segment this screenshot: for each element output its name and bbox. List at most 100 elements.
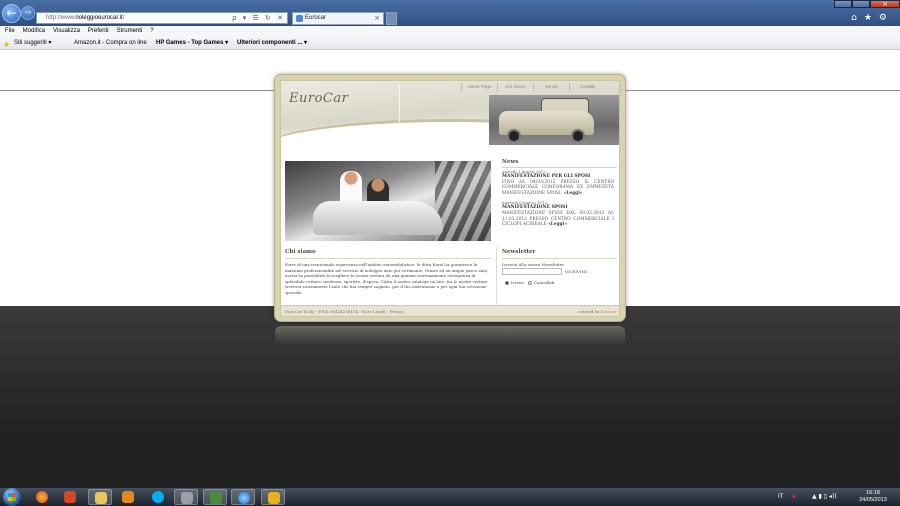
folder-icon	[95, 492, 107, 504]
photo-convertible	[313, 201, 443, 235]
menu-modifica[interactable]: Modifica	[23, 28, 45, 34]
newsletter-radio-iscrivi[interactable]: Iscrivi	[505, 280, 524, 285]
taskbar-firefox[interactable]	[30, 489, 54, 505]
start-button[interactable]	[3, 488, 21, 506]
arrow-right-icon: →	[24, 8, 32, 18]
taskbar-fireworks[interactable]	[261, 489, 285, 505]
header-divider	[399, 85, 400, 149]
fav-siti-suggeriti[interactable]: Siti suggeriti ▾	[14, 37, 51, 50]
news-item: giovedì 1 marzo 2012 MANIFESTAZIONE PER …	[502, 169, 614, 195]
news-body: MANIFESTAZIONE SPOSI DAL 09.03.2012 AL 1…	[502, 210, 614, 227]
window-controls: ×	[834, 0, 900, 8]
site-inner: EuroCar Home Page Chi Siamo Servizi Cont…	[280, 80, 620, 317]
footer-credit: created by Eurocar	[577, 309, 617, 314]
news-body: FINO AL 04/03/2012 PRESSO IL CENTRO COMM…	[502, 179, 614, 195]
arrow-left-icon: ←	[6, 6, 17, 20]
address-bar[interactable]: http://www.noleggioeurocar.it/ ρ ▾ ☰ ↻ ✕	[36, 12, 288, 24]
photo-road	[435, 161, 491, 241]
radio-selected-icon	[505, 281, 509, 285]
clock[interactable]: 16:18 24/05/2013	[856, 490, 890, 504]
footer-links[interactable]: EuroCar Sicily - P.IVA 00424250474 - Not…	[285, 306, 404, 316]
address-action-icons[interactable]: ρ ▾ ☰ ↻ ✕	[232, 13, 285, 23]
news-list: giovedì 1 marzo 2012 MANIFESTAZIONE PER …	[502, 169, 614, 231]
close-window-button[interactable]: ×	[870, 0, 900, 8]
fav-amazon[interactable]: Amazon.it - Compra on line	[74, 37, 147, 50]
fav-hp-games[interactable]: HP Games - Top Games ▾	[156, 37, 228, 50]
read-more-link[interactable]: «Leggi»	[548, 221, 567, 226]
taskbar-printer[interactable]	[174, 489, 198, 505]
taskbar-skype[interactable]	[146, 489, 170, 505]
top-nav: Home Page Chi Siamo Servizi Contatti	[461, 83, 605, 91]
news-item: martedì 6 marzo 2012 MANIFESTAZIONE SPOS…	[502, 200, 614, 226]
app-icon	[210, 492, 222, 504]
media-player-icon	[122, 491, 134, 503]
maximize-button[interactable]	[852, 0, 870, 8]
newsletter-divider	[502, 258, 617, 259]
favorites-bar: ★ Siti suggeriti ▾ Amazon.it - Compra on…	[0, 37, 900, 50]
about-divider	[285, 258, 491, 259]
printer-icon	[181, 492, 193, 504]
nav-contatti[interactable]: Contatti	[569, 83, 605, 91]
about-heading: Chi siamo	[285, 249, 316, 255]
site-logo[interactable]: EuroCar	[289, 91, 348, 106]
close-tab-icon[interactable]: ×	[374, 13, 380, 24]
new-tab-button[interactable]	[386, 12, 397, 25]
menu-strumenti[interactable]: Strumenti	[117, 28, 143, 34]
column-separator	[496, 247, 497, 305]
taskbar-explorer[interactable]	[88, 489, 112, 505]
favicon-icon	[296, 15, 303, 22]
news-divider	[502, 167, 617, 168]
windows-logo-icon	[8, 493, 16, 501]
taskbar: IT ● ▲ ▮ ▯ ◂)) 16:18 24/05/2013	[0, 488, 900, 506]
page-viewport: EuroCar Home Page Chi Siamo Servizi Cont…	[0, 50, 900, 488]
minimize-button[interactable]	[834, 0, 852, 8]
back-button[interactable]: ←	[2, 4, 21, 23]
home-favorites-tools-icons[interactable]: ⌂★⚙	[851, 13, 894, 23]
site-footer: EuroCar Sicily - P.IVA 00424250474 - Not…	[281, 305, 619, 316]
read-more-link[interactable]: «Leggi»	[564, 190, 583, 195]
menu-bar: File Modifica Visualizza Preferiti Strumenti…	[0, 26, 900, 37]
fav-ulteriori[interactable]: Ulteriori componenti ... ▾	[237, 37, 307, 50]
taskbar-media-player[interactable]	[116, 489, 140, 505]
site-header: EuroCar Home Page Chi Siamo Servizi Cont…	[281, 81, 619, 153]
newsletter-heading: Newsletter	[502, 249, 536, 255]
office-icon	[64, 491, 76, 503]
nav-chi-siamo[interactable]: Chi Siamo	[497, 83, 533, 91]
taskbar-office[interactable]	[58, 489, 82, 505]
newsletter-email-input[interactable]	[502, 268, 562, 275]
newsletter-radio-cancellati[interactable]: Cancellati	[528, 280, 554, 285]
action-center-alert-icon[interactable]: ●	[792, 488, 796, 506]
radio-icon	[528, 281, 532, 285]
header-vintage-car-image	[489, 95, 619, 145]
nav-servizi[interactable]: Servizi	[533, 83, 569, 91]
language-indicator[interactable]: IT	[778, 488, 783, 506]
newsletter-subscribe-button[interactable]: ISCRIVIMI	[565, 269, 587, 274]
tray-icons[interactable]: ▲ ▮ ▯ ◂))	[812, 488, 837, 506]
menu-preferiti[interactable]: Preferiti	[88, 28, 109, 34]
address-scheme: http://www.	[46, 15, 76, 21]
footer-brand-link[interactable]: Eurocar	[601, 309, 617, 314]
about-text: Forte di una trentennale esperienza nell…	[285, 262, 489, 295]
internet-explorer-icon	[238, 492, 250, 504]
menu-file[interactable]: File	[5, 28, 15, 34]
nav-home[interactable]: Home Page	[461, 83, 497, 91]
address-host: noleggioeurocar.it	[75, 15, 123, 21]
site-reflection	[275, 326, 625, 344]
taskbar-internet-explorer[interactable]	[231, 489, 255, 505]
forward-button[interactable]: →	[21, 6, 35, 20]
car-wheel	[571, 129, 585, 143]
clock-time: 16:18	[866, 490, 880, 496]
tab-eurocar[interactable]: Eurocar ×	[292, 12, 384, 25]
wedding-couple-photo	[285, 161, 491, 241]
firefox-icon	[36, 491, 48, 503]
taskbar-calculator[interactable]	[203, 489, 227, 505]
menu-visualizza[interactable]: Visualizza	[53, 28, 80, 34]
skype-icon	[152, 491, 164, 503]
newsletter-label: Iscriviti alla nostra Newsletter	[502, 262, 565, 267]
menu-help[interactable]: ?	[150, 28, 153, 34]
browser-titlebar: ← → http://www.noleggioeurocar.it/ ρ ▾ ☰…	[0, 0, 900, 26]
address-rest: /	[122, 15, 125, 21]
site-frame: EuroCar Home Page Chi Siamo Servizi Cont…	[274, 74, 626, 322]
clock-date: 24/05/2013	[859, 497, 887, 503]
fireworks-icon	[268, 492, 280, 504]
